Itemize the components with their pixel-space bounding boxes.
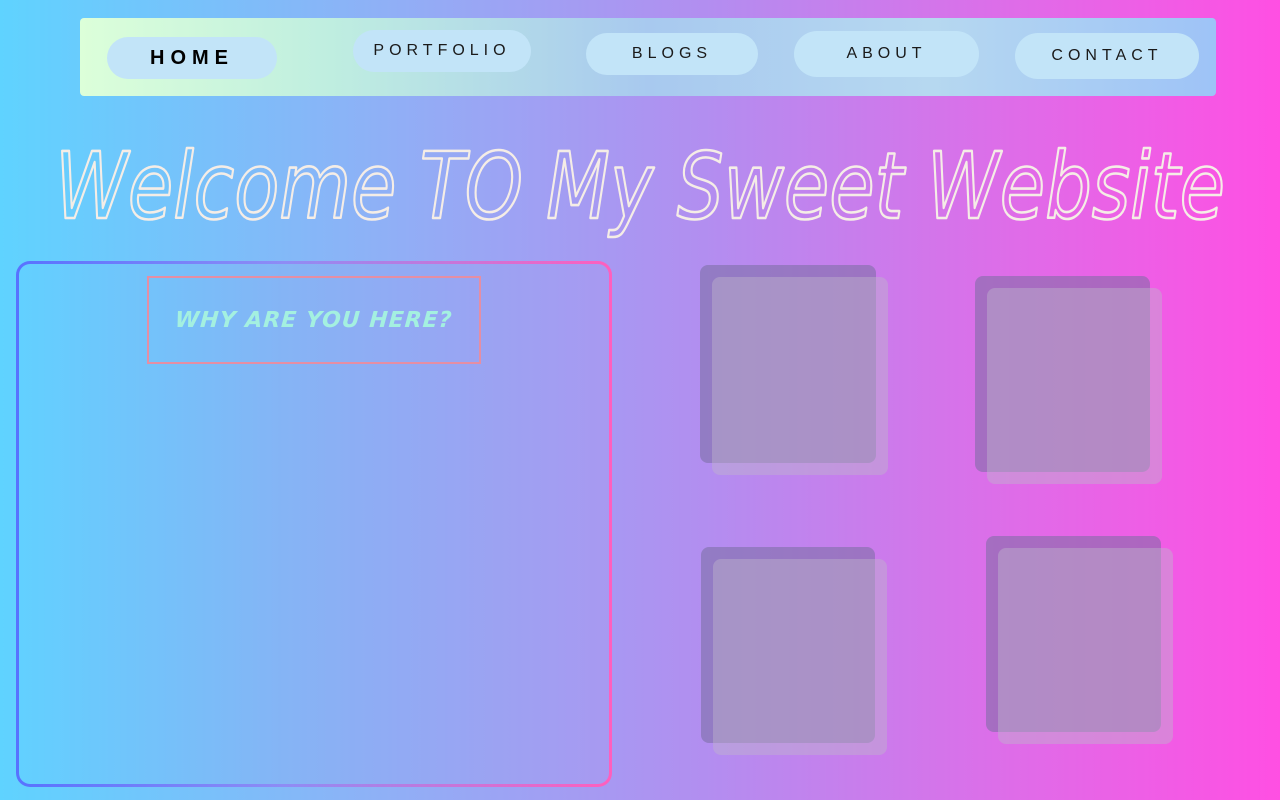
gallery-card-image <box>998 548 1173 744</box>
gallery-card-image <box>712 277 888 475</box>
nav-bar: HOME PORTFOLIO BLOGS ABOUT CONTACT <box>80 18 1216 96</box>
nav-about-button[interactable]: ABOUT <box>794 31 979 77</box>
hero-title: Welcome TO My Sweet Website <box>55 133 1225 240</box>
nav-contact-button[interactable]: CONTACT <box>1015 33 1199 79</box>
gallery-card[interactable] <box>986 536 1174 746</box>
content-panel-inner: Why are you here? <box>19 264 609 784</box>
gallery-card[interactable] <box>701 547 889 757</box>
panel-heading: Why are you here? <box>174 307 454 333</box>
nav-home-button[interactable]: HOME <box>107 37 277 79</box>
content-panel: Why are you here? <box>16 261 612 787</box>
hero-title-wrap: Welcome TO My Sweet Website <box>0 118 1280 248</box>
hero-title-svg: Welcome TO My Sweet Website <box>54 132 1227 242</box>
panel-heading-box: Why are you here? <box>147 276 481 364</box>
gallery-card-image <box>713 559 887 755</box>
gallery-card[interactable] <box>700 265 888 475</box>
nav-blogs-button[interactable]: BLOGS <box>586 33 758 75</box>
nav-portfolio-button[interactable]: PORTFOLIO <box>353 30 531 72</box>
gallery-card[interactable] <box>975 276 1163 486</box>
gallery-card-image <box>987 288 1162 484</box>
